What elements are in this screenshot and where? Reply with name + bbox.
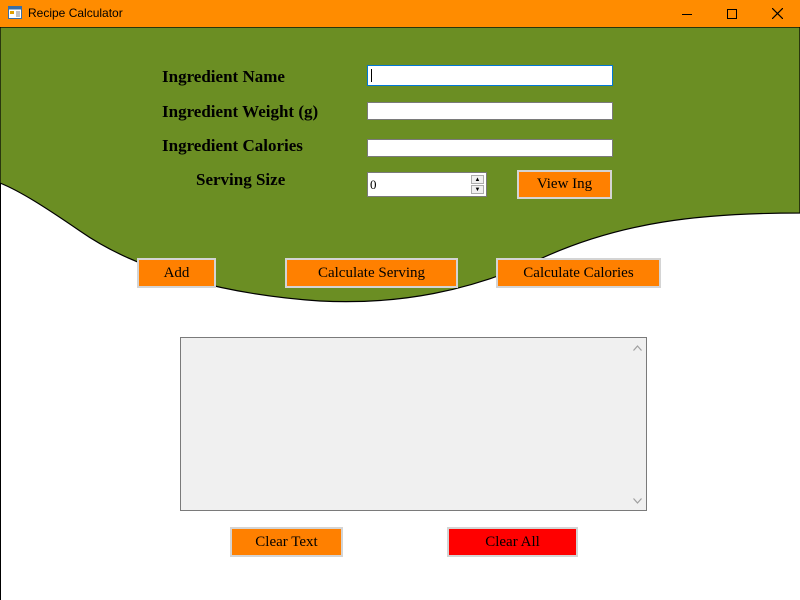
caret-up-icon: ▲ xyxy=(474,176,481,183)
scroll-down-button[interactable] xyxy=(630,492,645,509)
title-bar[interactable]: Recipe Calculator xyxy=(0,0,800,27)
window-title: Recipe Calculator xyxy=(28,6,123,20)
chevron-up-icon xyxy=(633,344,642,351)
ingredient-calories-label: Ingredient Calories xyxy=(162,136,303,155)
minimize-button[interactable] xyxy=(664,0,710,27)
add-button[interactable]: Add xyxy=(137,258,216,288)
stepper-buttons: ▲ ▼ xyxy=(471,175,484,194)
scroll-up-button[interactable] xyxy=(630,339,645,356)
ingredient-name-label: Ingredient Name xyxy=(162,67,285,86)
calculate-calories-button[interactable]: Calculate Calories xyxy=(496,258,661,288)
serving-size-value: 0 xyxy=(370,177,377,192)
caret-down-icon: ▼ xyxy=(474,186,481,193)
stepper-up-button[interactable]: ▲ xyxy=(471,175,484,184)
clear-all-button[interactable]: Clear All xyxy=(447,527,578,557)
serving-size-label: Serving Size xyxy=(196,170,286,189)
serving-size-stepper[interactable]: 0 ▲ ▼ xyxy=(367,172,487,197)
ingredient-weight-input[interactable] xyxy=(367,102,613,120)
clear-text-button[interactable]: Clear Text xyxy=(230,527,343,557)
calculate-serving-button[interactable]: Calculate Serving xyxy=(285,258,458,288)
view-ing-button[interactable]: View Ing xyxy=(517,170,612,199)
close-button[interactable] xyxy=(754,0,800,27)
maximize-button[interactable] xyxy=(709,0,755,27)
output-textbox[interactable] xyxy=(180,337,647,511)
app-window: Recipe Calculator Ingredient Name Ingred… xyxy=(0,0,800,600)
stepper-down-button[interactable]: ▼ xyxy=(471,185,484,194)
ingredient-weight-label: Ingredient Weight (g) xyxy=(162,102,319,121)
minimize-icon xyxy=(682,13,692,15)
close-icon xyxy=(771,8,783,19)
chevron-down-icon xyxy=(633,497,642,504)
app-icon xyxy=(8,6,22,19)
text-caret xyxy=(371,69,372,82)
ingredient-name-input[interactable] xyxy=(367,65,613,86)
maximize-icon xyxy=(727,8,737,19)
ingredient-calories-input[interactable] xyxy=(367,139,613,157)
